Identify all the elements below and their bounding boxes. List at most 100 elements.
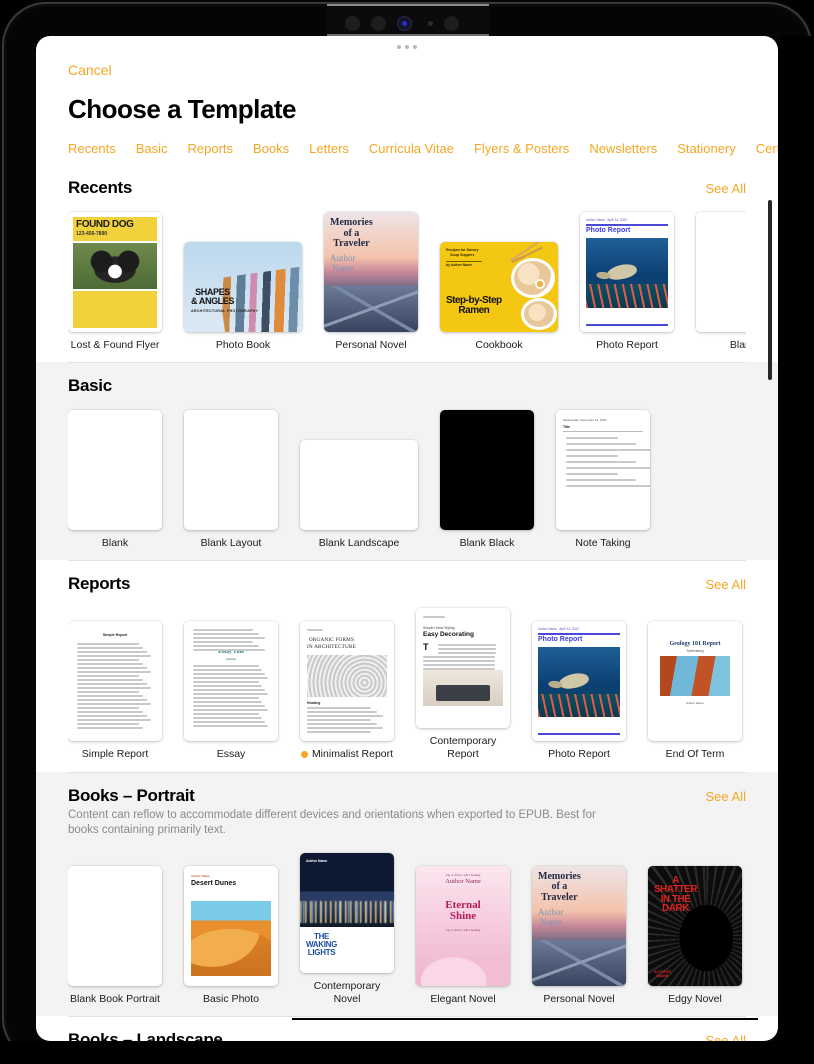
template-row[interactable]: Blank Book Portrait Author Name Desert Dun… bbox=[68, 839, 746, 1016]
template-caption-text: Basic Photo bbox=[202, 992, 260, 1005]
template-artwork-note: Wednesday, December 14, 2022 Title bbox=[556, 410, 650, 531]
template-caption: Edgy Novel bbox=[648, 993, 742, 1006]
section-description: Content can reflow to accommodate differ… bbox=[68, 808, 596, 837]
template-caption-text: Blank Layout bbox=[200, 537, 262, 550]
template-artwork-photorep: Author Name · April 14, 2022 Photo Report bbox=[580, 212, 674, 332]
template-caption: Blank Black bbox=[440, 537, 534, 550]
template-thumbnail[interactable] bbox=[300, 440, 418, 531]
tab-books[interactable]: Books bbox=[253, 141, 289, 156]
template-thumbnail[interactable]: FOUND DOG 123-456-7890 bbox=[68, 212, 162, 332]
template-card[interactable]: A SHATTER IN THE DARK AUTHOR NAME Edgy Novel bbox=[648, 865, 742, 1006]
template-thumbnail[interactable] bbox=[68, 865, 162, 986]
template-card[interactable]: Blank bbox=[68, 410, 162, 550]
tab-certificates[interactable]: Certificates bbox=[756, 141, 778, 156]
template-caption: Blank bbox=[68, 537, 162, 550]
template-card[interactable]: Blank Black bbox=[440, 410, 534, 550]
template-thumbnail[interactable]: ORGANIC FORMS IN ARCHITECTURE Heading bbox=[300, 621, 394, 742]
template-card[interactable]: Author Name · April 14, 2022 Photo Report… bbox=[532, 621, 626, 761]
template-caption-text: Simple Report bbox=[81, 748, 149, 761]
template-caption-text: Minimalist Report bbox=[311, 748, 394, 761]
template-artwork-dunes: Author Name Desert Dunes bbox=[184, 865, 278, 986]
grabber-dot bbox=[397, 45, 401, 49]
template-card[interactable]: SHAPES & ANGLES ARCHITECTURAL PHOTOGRAPHY P… bbox=[184, 242, 302, 352]
template-artwork-contemp: Simple Home Styling Easy Decorating T bbox=[416, 608, 510, 729]
template-card[interactable]: Simple Report Simple Report bbox=[68, 621, 162, 761]
template-card[interactable]: Memories of a Traveler Author Name Personal N… bbox=[324, 212, 418, 352]
template-card[interactable]: Memories of a Traveler Author Name Personal N… bbox=[532, 865, 626, 1006]
template-thumbnail[interactable]: SHAPES & ANGLES ARCHITECTURAL PHOTOGRAPHY bbox=[184, 242, 302, 332]
template-thumbnail[interactable]: Author Name Desert Dunes bbox=[184, 865, 278, 986]
template-caption-text: Cookbook bbox=[475, 339, 523, 351]
template-card[interactable]: Author Name · April 14, 2022 Photo Report… bbox=[580, 212, 674, 352]
template-artwork-blank bbox=[300, 440, 418, 531]
template-card[interactable]: Geology 101 Report Subheading Author Name E… bbox=[648, 621, 742, 761]
camera-lens-icon bbox=[371, 16, 386, 31]
template-artwork-founddog: FOUND DOG 123-456-7890 bbox=[68, 212, 162, 332]
template-row[interactable]: Simple Report Simple Report Essay Title Sub… bbox=[68, 594, 746, 771]
template-artwork-geo: Geology 101 Report Subheading Author Name bbox=[648, 621, 742, 742]
template-card[interactable]: Author Name THE WAKING LIGHTS Contemporary N… bbox=[300, 852, 394, 1006]
template-card[interactable]: Essay Title Subtitle Essay bbox=[184, 621, 278, 761]
template-thumbnail[interactable]: Memories of a Traveler Author Name bbox=[324, 212, 418, 332]
tab-newsletters[interactable]: Newsletters bbox=[589, 141, 657, 156]
template-caption: Elegant Novel bbox=[416, 993, 510, 1006]
template-thumbnail[interactable] bbox=[68, 410, 162, 531]
template-thumbnail[interactable]: Author Name · April 14, 2022 Photo Report bbox=[532, 621, 626, 742]
template-thumbnail[interactable]: Simple Report bbox=[68, 621, 162, 742]
template-caption: Blank Book Portrait bbox=[68, 993, 162, 1006]
template-caption-text: Blank Book Portrait bbox=[70, 992, 160, 1005]
template-card[interactable]: Author Name Desert Dunes Basic Photo bbox=[184, 865, 278, 1006]
section-header: Recents See All bbox=[68, 164, 746, 198]
see-all-button-books-portrait[interactable]: See All bbox=[706, 789, 746, 804]
tab-letters[interactable]: Letters bbox=[309, 141, 349, 156]
template-thumbnail[interactable]: Essay Title Subtitle bbox=[184, 621, 278, 742]
tab-flyers-posters[interactable]: Flyers & Posters bbox=[474, 141, 569, 156]
template-card[interactable]: Wednesday, December 14, 2022 Title Note Ta… bbox=[556, 410, 650, 550]
template-thumbnail[interactable] bbox=[440, 410, 534, 531]
see-all-button-books-landscape[interactable]: See All bbox=[706, 1033, 746, 1041]
sheet-grabber-handle[interactable] bbox=[397, 45, 417, 49]
template-thumbnail[interactable]: Simple Home Styling Easy Decorating T bbox=[416, 608, 510, 729]
template-card[interactable]: ORGANIC FORMS IN ARCHITECTURE Heading Minim… bbox=[300, 621, 394, 761]
template-card[interactable]: Blank Layout bbox=[184, 410, 278, 550]
template-thumbnail[interactable]: Geology 101 Report Subheading Author Name bbox=[648, 621, 742, 742]
cancel-button[interactable]: Cancel bbox=[68, 62, 112, 78]
template-card[interactable]: Blank Book Portrait bbox=[68, 865, 162, 1006]
template-scroll-area[interactable]: Recents See All FOUND DOG 123-456-7890 Lost … bbox=[36, 164, 778, 1041]
template-card[interactable]: Blank bbox=[696, 212, 746, 352]
template-card[interactable]: Blank Landscape bbox=[300, 440, 418, 550]
ipad-device-frame: Cancel Choose a Template Recents Basic Rep… bbox=[0, 0, 814, 1064]
template-card[interactable]: Tap or click to add a heading Author Name… bbox=[416, 865, 510, 1006]
template-card[interactable]: Recipes for Savory Soup Suppers by Author … bbox=[440, 242, 558, 352]
template-caption: Blank bbox=[696, 339, 746, 352]
template-thumbnail[interactable] bbox=[696, 212, 746, 332]
tab-reports[interactable]: Reports bbox=[188, 141, 234, 156]
template-artwork-blank bbox=[696, 212, 746, 332]
page-title: Choose a Template bbox=[68, 94, 296, 124]
template-card[interactable]: FOUND DOG 123-456-7890 Lost & Found Flyer bbox=[68, 212, 162, 352]
template-row[interactable]: Blank Blank Layout Blank Landscape Blank Bl… bbox=[68, 396, 746, 560]
section-header: Reports See All bbox=[68, 560, 746, 594]
template-artwork-memories: Memories of a Traveler Author Name bbox=[324, 212, 418, 332]
template-row[interactable]: FOUND DOG 123-456-7890 Lost & Found Flyer S… bbox=[68, 198, 746, 362]
template-thumbnail[interactable]: A SHATTER IN THE DARK AUTHOR NAME bbox=[648, 865, 742, 986]
tab-recents[interactable]: Recents bbox=[68, 141, 116, 156]
template-caption: Blank Layout bbox=[184, 537, 278, 550]
template-thumbnail[interactable]: Memories of a Traveler Author Name bbox=[532, 865, 626, 986]
template-caption-text: Blank bbox=[101, 537, 129, 550]
template-thumbnail[interactable]: Author Name · April 14, 2022 Photo Report bbox=[580, 212, 674, 332]
template-thumbnail[interactable]: Recipes for Savory Soup Suppers by Author … bbox=[440, 242, 558, 332]
vertical-scrollbar[interactable] bbox=[768, 200, 772, 380]
category-tab-strip[interactable]: Recents Basic Reports Books Letters Curricula… bbox=[68, 136, 778, 160]
template-caption-text: Personal Novel bbox=[335, 339, 407, 351]
see-all-button-reports[interactable]: See All bbox=[706, 577, 746, 592]
template-thumbnail[interactable]: Author Name THE WAKING LIGHTS bbox=[300, 852, 394, 973]
see-all-button-recents[interactable]: See All bbox=[706, 181, 746, 196]
template-thumbnail[interactable] bbox=[184, 410, 278, 531]
template-thumbnail[interactable]: Wednesday, December 14, 2022 Title bbox=[556, 410, 650, 531]
template-card[interactable]: Simple Home Styling Easy Decorating T Conte… bbox=[416, 608, 510, 761]
tab-stationery[interactable]: Stationery bbox=[677, 141, 736, 156]
template-thumbnail[interactable]: Tap or click to add a heading Author Name… bbox=[416, 865, 510, 986]
tab-basic[interactable]: Basic bbox=[136, 141, 168, 156]
tab-curricula-vitae[interactable]: Curricula Vitae bbox=[369, 141, 454, 156]
